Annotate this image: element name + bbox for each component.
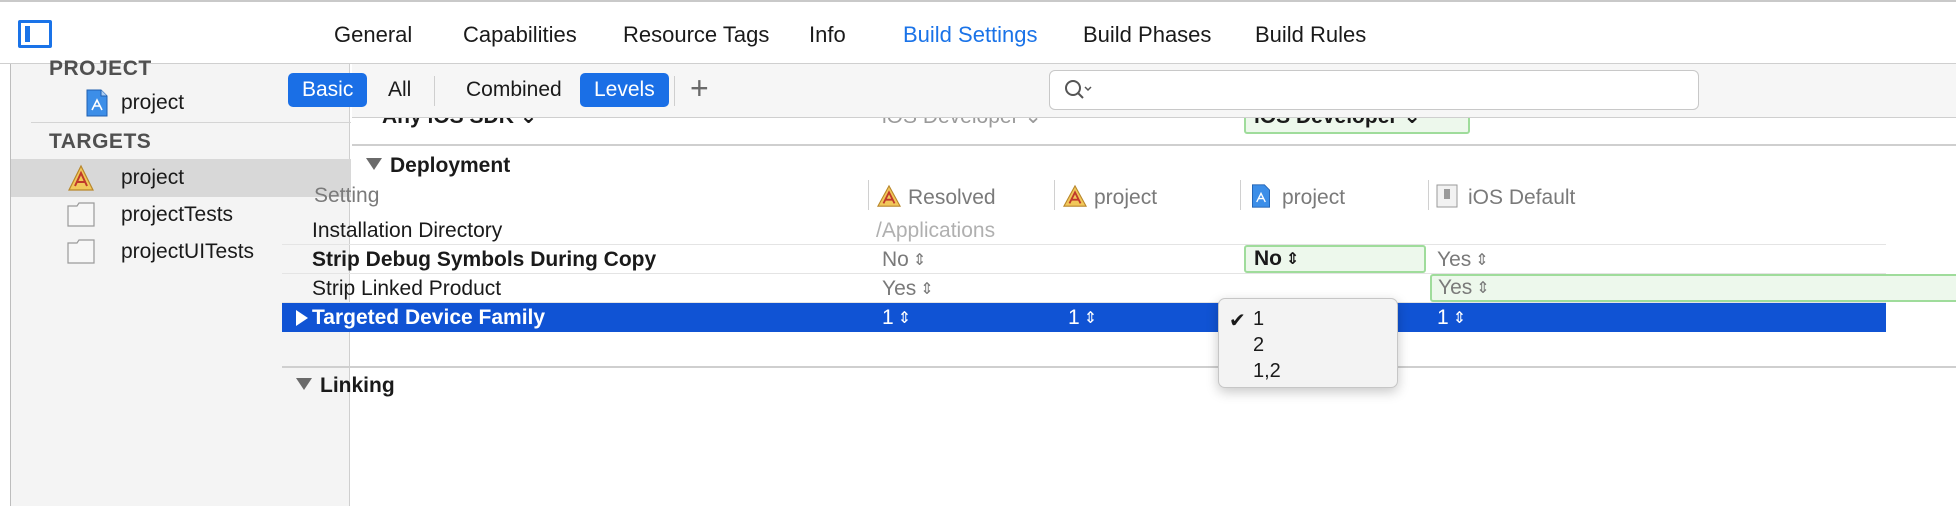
target-value[interactable]: 1 ⇕ — [1068, 306, 1097, 330]
setting-name: Targeted Device Family — [312, 306, 546, 329]
tab-info[interactable]: Info — [809, 22, 846, 48]
column-header-setting: Setting — [314, 184, 380, 207]
column-divider — [1240, 180, 1241, 210]
stepper-icon: ⇕ — [897, 310, 912, 327]
stepper-icon: ⇕ — [912, 252, 927, 269]
tab-general[interactable]: General — [334, 22, 412, 48]
add-setting-button[interactable]: + — [690, 70, 709, 107]
disclosure-triangle-icon[interactable] — [296, 310, 308, 326]
setting-name: Strip Linked Product — [312, 277, 502, 300]
filter-divider — [674, 76, 675, 106]
resolved-value: No ⇕ — [882, 248, 927, 271]
tab-capabilities[interactable]: Capabilities — [463, 22, 577, 48]
column-divider — [868, 180, 869, 210]
ios-default-value: 1 ⇕ — [1437, 306, 1467, 329]
app-target-icon — [876, 184, 902, 208]
menu-item-1[interactable]: 1 — [1253, 308, 1264, 331]
table-row-installation-directory[interactable]: Installation Directory /Applications — [282, 216, 1886, 245]
editor-tab-bar: General Capabilities Resource Tags Info … — [0, 0, 1956, 64]
linking-section-header[interactable]: Linking — [296, 374, 395, 398]
resolved-value: 1 ⇕ — [882, 306, 912, 329]
setting-name: Installation Directory — [312, 219, 503, 242]
app-target-icon — [67, 164, 97, 192]
column-header-resolved: Resolved — [876, 184, 996, 210]
targets-header: TARGETS — [49, 130, 152, 153]
search-input[interactable] — [1098, 77, 1678, 103]
tab-build-settings[interactable]: Build Settings — [903, 22, 1038, 48]
ios-default-value-box[interactable]: Yes ⇕ — [1430, 274, 1956, 302]
filter-combined-button[interactable]: Combined — [452, 73, 576, 107]
test-bundle-icon — [67, 238, 97, 266]
search-field[interactable] — [1049, 70, 1699, 110]
column-header-ios-default: iOS Default — [1436, 184, 1575, 210]
resolved-value: /Applications — [876, 219, 996, 242]
project-value-box[interactable]: No ⇕ — [1244, 245, 1426, 273]
column-header-project: project — [1250, 184, 1345, 210]
column-header-target: project — [1062, 184, 1157, 210]
search-icon — [1064, 79, 1092, 101]
project-file-icon — [1250, 184, 1276, 208]
filter-all-button[interactable]: All — [374, 73, 425, 107]
sdk-default-icon — [1436, 184, 1462, 208]
column-divider — [1428, 180, 1429, 210]
table-row-strip-debug-symbols[interactable]: Strip Debug Symbols During Copy No ⇕ No ⇕ … — [282, 245, 1886, 274]
project-value: No ⇕ — [1254, 247, 1300, 270]
filter-levels-button[interactable]: Levels — [580, 73, 669, 107]
filter-basic-button[interactable]: Basic — [288, 73, 368, 107]
section-divider — [282, 366, 1956, 368]
tab-resource-tags[interactable]: Resource Tags — [623, 22, 769, 48]
xcode-window: General Capabilities Resource Tags Info … — [0, 0, 1956, 506]
resolved-value: Yes ⇕ — [882, 277, 934, 300]
stepper-icon: ⇕ — [1286, 251, 1300, 268]
sidebar-item-label: projectTests — [121, 203, 234, 226]
stepper-icon: ⇕ — [1475, 252, 1489, 269]
sidebar-item-label: projectUITests — [121, 240, 255, 263]
filter-divider — [434, 76, 435, 106]
stepper-icon: ⇕ — [920, 281, 934, 298]
deployment-grid: Setting Resolved project project iOS Def… — [282, 118, 1956, 506]
app-target-icon — [1062, 184, 1088, 208]
window-edge — [0, 64, 10, 506]
stepper-icon: ⇕ — [1476, 280, 1490, 297]
tab-build-rules[interactable]: Build Rules — [1255, 22, 1366, 48]
menu-item-2[interactable]: 2 — [1253, 334, 1264, 357]
setting-name: Strip Debug Symbols During Copy — [312, 248, 657, 271]
disclosure-triangle-icon[interactable] — [296, 378, 312, 390]
test-bundle-icon — [67, 201, 97, 229]
menu-item-1-2[interactable]: 1,2 — [1253, 360, 1281, 383]
build-settings-filter-bar: Basic All Combined Levels + — [288, 64, 1956, 118]
stepper-icon: ⇕ — [1083, 310, 1098, 327]
table-row-targeted-device-family[interactable]: Targeted Device Family 1 ⇕ 1 ⇕ 1 ⇕ — [282, 303, 1886, 332]
column-divider — [1054, 180, 1055, 210]
sidebar-item-label: project — [121, 166, 185, 189]
table-row-strip-linked-product[interactable]: Strip Linked Product Yes ⇕ Yes ⇕ — [282, 274, 1956, 303]
project-file-icon — [85, 89, 115, 117]
ios-default-value: Yes ⇕ — [1437, 248, 1489, 271]
sidebar-item-label: project — [121, 91, 185, 114]
ios-default-value: Yes ⇕ — [1438, 276, 1490, 299]
stepper-icon: ⇕ — [1452, 310, 1467, 327]
checkmark-icon: ✔ — [1229, 310, 1246, 332]
device-family-popup-menu: ✔ 1 2 1,2 — [1218, 298, 1398, 388]
tab-build-phases[interactable]: Build Phases — [1083, 22, 1211, 48]
